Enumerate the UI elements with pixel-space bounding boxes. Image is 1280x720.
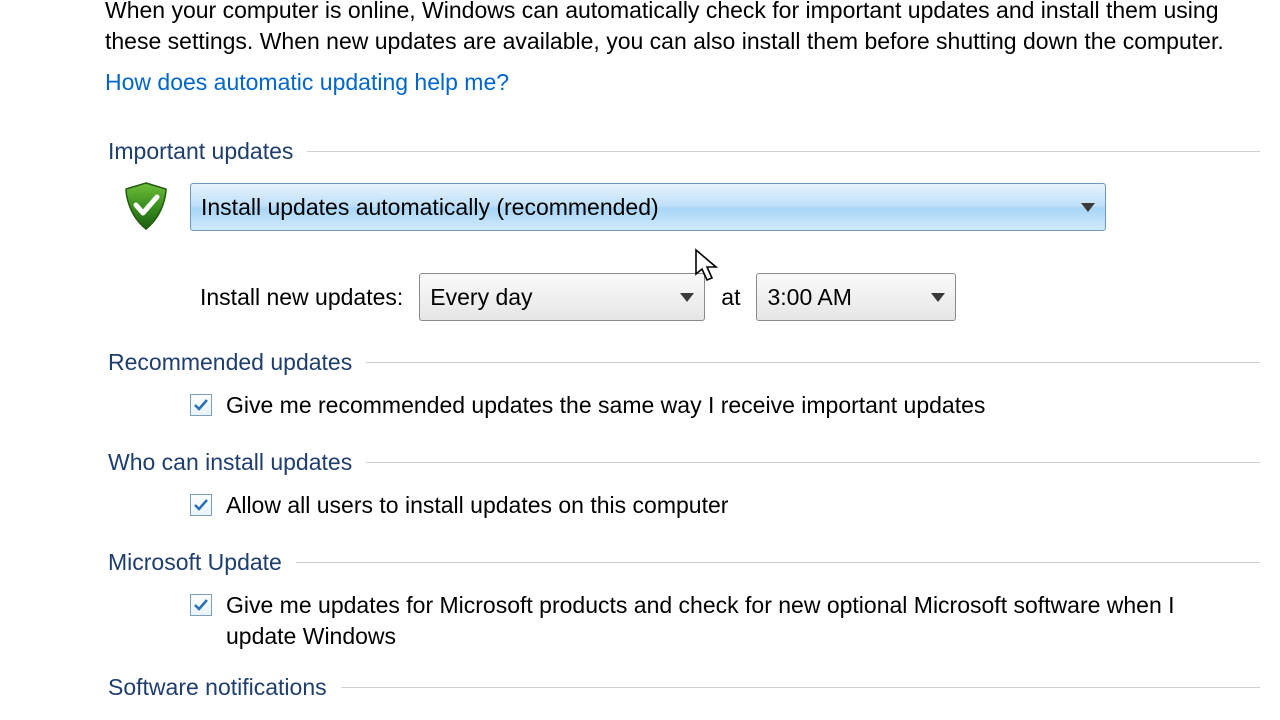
section-legend-important: Important updates [108,138,1260,165]
divider [307,151,1260,152]
divider [366,462,1260,463]
schedule-label: Install new updates: [200,284,403,311]
section-legend-who: Who can install updates [108,449,1260,476]
dropdown-value: Install updates automatically (recommend… [201,194,659,221]
section-legend-recommended: Recommended updates [108,349,1260,376]
divider [341,687,1260,688]
recommended-checkbox[interactable] [190,394,212,416]
chevron-down-icon [680,293,694,302]
update-mode-dropdown[interactable]: Install updates automatically (recommend… [190,183,1106,231]
legend-text: Microsoft Update [108,549,282,576]
divider [366,362,1260,363]
divider [296,562,1260,563]
at-label: at [721,284,740,311]
help-link[interactable]: How does automatic updating help me? [105,69,509,96]
dropdown-value: Every day [430,284,532,311]
check-icon [193,597,209,613]
frequency-dropdown[interactable]: Every day [419,273,705,321]
msupdate-checkbox-label: Give me updates for Microsoft products a… [226,590,1220,652]
chevron-down-icon [1081,203,1095,212]
check-icon [193,397,209,413]
recommended-checkbox-label: Give me recommended updates the same way… [226,390,985,421]
section-legend-software-notifications: Software notifications [108,674,1260,701]
allusers-checkbox[interactable] [190,494,212,516]
legend-text: Important updates [108,138,293,165]
allusers-checkbox-label: Allow all users to install updates on th… [226,490,728,521]
dropdown-value: 3:00 AM [767,284,851,311]
msupdate-checkbox[interactable] [190,594,212,616]
section-legend-msupdate: Microsoft Update [108,549,1260,576]
check-icon [193,497,209,513]
chevron-down-icon [931,293,945,302]
time-dropdown[interactable]: 3:00 AM [756,273,956,321]
legend-text: Who can install updates [108,449,352,476]
legend-text: Software notifications [108,674,327,701]
shield-icon [118,179,174,235]
intro-text: When your computer is online, Windows ca… [105,0,1230,57]
legend-text: Recommended updates [108,349,352,376]
